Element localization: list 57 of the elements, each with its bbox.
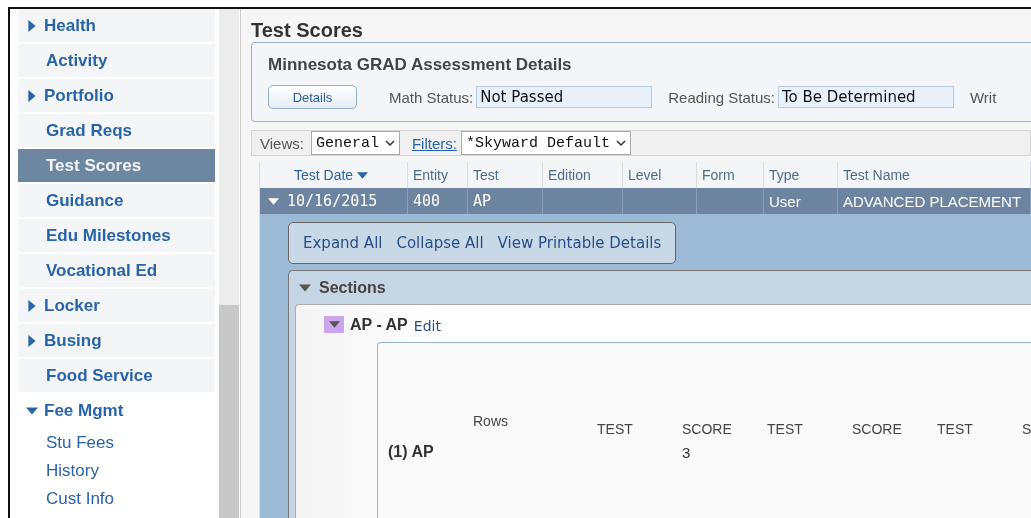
- table-row[interactable]: 10/16/2015 400 AP User ADVANCED PLACEMENT: [260, 188, 1031, 214]
- column-header: TEST: [767, 421, 804, 437]
- field-label: Reading Status:: [668, 88, 775, 106]
- column-header: SCORE: [852, 421, 903, 437]
- field-label: Writ: [969, 88, 997, 106]
- sort-arrow-icon[interactable]: [357, 169, 369, 181]
- status-field[interactable]: Not Passed: [476, 86, 653, 108]
- table-cell: 10/16/2015: [287, 192, 378, 210]
- edit-link[interactable]: Edit: [413, 318, 441, 334]
- table-cell: ADVANCED PLACEMENT: [843, 192, 1022, 210]
- sidebar-item[interactable]: Grad Reqs: [18, 114, 215, 147]
- collapsed-triangle-icon[interactable]: [26, 299, 38, 312]
- sidebar-item[interactable]: Edu Milestones: [18, 219, 215, 252]
- filters-dropdown[interactable]: *Skyward Default: [460, 131, 631, 155]
- column-header: SCORE: [682, 421, 733, 437]
- column-header: Rows: [472, 413, 509, 429]
- column-header: S: [1022, 421, 1031, 437]
- toggle-button[interactable]: [324, 316, 344, 333]
- action-link[interactable]: Expand All: [303, 234, 383, 252]
- section-title: AP - AP: [350, 315, 408, 334]
- table-cell: User: [769, 192, 801, 210]
- column-header: TEST: [937, 421, 974, 437]
- page-title: Test Scores: [251, 19, 364, 42]
- sidebar-item[interactable]: Health: [18, 9, 215, 42]
- column-header: TEST: [597, 421, 634, 437]
- sidebar-item[interactable]: Food Service: [18, 359, 215, 392]
- action-link[interactable]: View Printable Details: [497, 234, 662, 252]
- views-dropdown[interactable]: General: [310, 131, 400, 155]
- sidebar-item[interactable]: Guidance: [18, 184, 215, 217]
- sidebar-item[interactable]: Test Scores: [18, 149, 215, 182]
- filters-link[interactable]: Filters:: [411, 134, 457, 152]
- caret-icon: [615, 139, 626, 147]
- sidebar-item[interactable]: Locker: [18, 289, 215, 322]
- table-cell: 400: [413, 192, 441, 210]
- expand-triangle-icon[interactable]: [268, 195, 279, 207]
- score-cell: 3: [682, 443, 691, 461]
- collapse-triangle-icon[interactable]: [299, 281, 311, 294]
- sidebar-item[interactable]: Activity: [18, 44, 215, 77]
- expanded-triangle-icon[interactable]: [26, 404, 38, 417]
- sidebar-item[interactable]: Vocational Ed: [18, 254, 215, 287]
- table-cell: AP: [473, 192, 492, 210]
- details-button[interactable]: Details: [268, 85, 357, 109]
- action-link[interactable]: Collapse All: [396, 234, 484, 252]
- caret-icon: [384, 139, 395, 147]
- field-label: Math Status:: [389, 88, 474, 106]
- collapsed-triangle-icon[interactable]: [26, 19, 38, 32]
- collapsed-triangle-icon[interactable]: [26, 334, 38, 347]
- scrollbar[interactable]: [219, 9, 239, 518]
- triangle-icon[interactable]: [328, 319, 340, 330]
- collapsed-triangle-icon[interactable]: [26, 89, 38, 102]
- sidebar-item[interactable]: Portfolio: [18, 79, 215, 112]
- row-label: (1) AP: [388, 443, 435, 461]
- views-label: Views:: [260, 134, 304, 152]
- sections-title: Sections: [319, 278, 386, 297]
- status-field[interactable]: To Be Determined: [777, 86, 954, 108]
- sidebar-item[interactable]: Busing: [18, 324, 215, 357]
- card-title: Minnesota GRAD Assessment Details: [268, 55, 573, 75]
